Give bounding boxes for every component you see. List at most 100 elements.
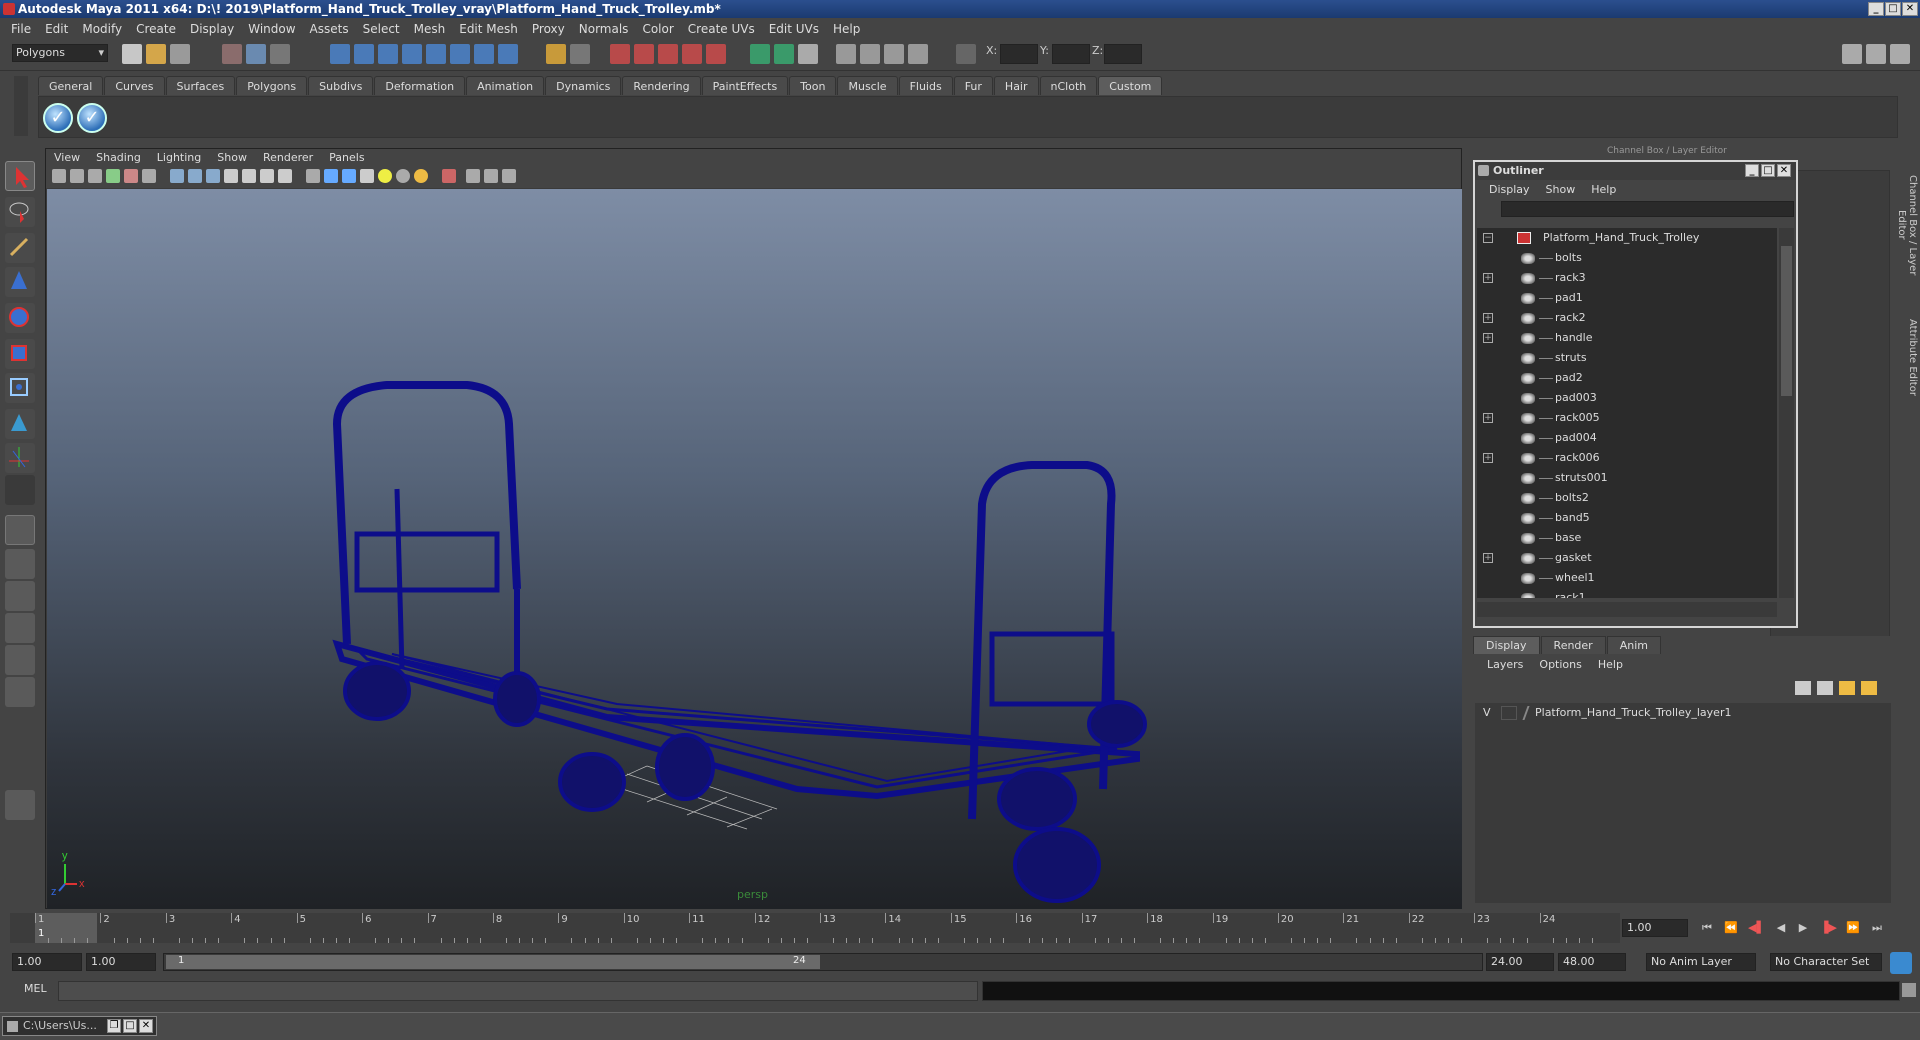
outliner-item[interactable]: + handle [1477, 328, 1777, 348]
outliner-item[interactable]: pad1 [1477, 288, 1777, 308]
z-field[interactable] [1104, 44, 1142, 64]
expand-icon[interactable]: + [1483, 333, 1493, 343]
menu-mesh[interactable]: Mesh [407, 22, 453, 36]
viewport-menu-view[interactable]: View [46, 151, 88, 164]
play-backward-icon[interactable]: ◀ [1774, 921, 1788, 935]
outliner-item[interactable]: + gasket [1477, 548, 1777, 568]
outliner-item[interactable]: pad004 [1477, 428, 1777, 448]
current-time-field[interactable]: 1.00 [1622, 919, 1688, 937]
menu-normals[interactable]: Normals [572, 22, 636, 36]
menu-set-select[interactable]: Polygons [12, 44, 108, 62]
soft-modify-tool-icon[interactable] [5, 409, 35, 439]
shelf-tab-dynamics[interactable]: Dynamics [545, 76, 622, 95]
minimize-button[interactable]: _ [1868, 2, 1884, 16]
menu-assets[interactable]: Assets [303, 22, 356, 36]
magnet-curve-icon[interactable] [658, 44, 678, 64]
maximize-button[interactable]: □ [1885, 2, 1901, 16]
auto-keyframe-icon[interactable] [1890, 952, 1912, 974]
select-object-icon[interactable] [246, 44, 266, 64]
input-line-icon[interactable] [956, 44, 976, 64]
outliner-item[interactable]: + rack2 [1477, 308, 1777, 328]
outliner-filter-field[interactable] [1501, 201, 1794, 217]
shelf-tab-hair[interactable]: Hair [993, 76, 1039, 95]
layer-tab-render[interactable]: Render [1540, 636, 1606, 654]
step-forward-key-icon[interactable]: ⏩ [1846, 921, 1860, 935]
construction-history-icon[interactable] [610, 44, 630, 64]
range-slider[interactable]: 1 24 [163, 953, 1483, 971]
go-to-start-icon[interactable]: ⏮ [1700, 921, 1714, 935]
shelf-tab-fur[interactable]: Fur [953, 76, 993, 95]
isolate-select-icon[interactable] [306, 169, 320, 183]
step-back-key-icon[interactable]: ⏪ [1724, 921, 1738, 935]
layer-color-swatch[interactable] [1522, 706, 1530, 720]
snap-plane-icon[interactable] [402, 44, 422, 64]
menu-file[interactable]: File [4, 22, 38, 36]
checkmark-shelf-icon-2[interactable]: ✓ [77, 103, 107, 133]
shelf-tab-subdivs[interactable]: Subdivs [308, 76, 374, 95]
outliner-item[interactable]: rack1 [1477, 588, 1777, 598]
shelf-tab-rendering[interactable]: Rendering [622, 76, 701, 95]
outliner-menu-show[interactable]: Show [1538, 183, 1584, 196]
expand-icon[interactable]: + [1483, 453, 1493, 463]
checker-icon[interactable] [360, 169, 374, 183]
outliner-vertical-scrollbar[interactable] [1779, 228, 1794, 598]
go-to-end-icon[interactable]: ⏭ [1870, 921, 1884, 935]
outliner-maximize-button[interactable]: □ [1761, 164, 1775, 177]
persp-graph-outliner-layout-icon[interactable] [5, 677, 35, 707]
show-manipulator-icon[interactable] [5, 443, 35, 473]
render-settings-icon[interactable] [798, 44, 818, 64]
start-time-field[interactable]: 1.00 [12, 953, 82, 971]
show-tool-settings-icon[interactable] [1866, 44, 1886, 64]
snap-grid-icon[interactable] [330, 44, 350, 64]
shelf-tab-deformation[interactable]: Deformation [374, 76, 466, 95]
menu-modify[interactable]: Modify [75, 22, 129, 36]
magnet-view-icon[interactable] [706, 44, 726, 64]
layer-menu-layers[interactable]: Layers [1479, 658, 1531, 671]
viewport-menu-shading[interactable]: Shading [88, 151, 149, 164]
snap-curve-icon[interactable] [354, 44, 374, 64]
viewport-menu-show[interactable]: Show [209, 151, 255, 164]
grid-toggle-icon[interactable] [124, 169, 138, 183]
shelf-tab-toon[interactable]: Toon [789, 76, 837, 95]
shelf-tab-polygons[interactable]: Polygons [236, 76, 308, 95]
select-tool-icon[interactable] [5, 161, 35, 191]
film-gate-icon[interactable] [142, 169, 156, 183]
show-attribute-editor-icon[interactable] [1842, 44, 1862, 64]
textured-icon[interactable] [224, 169, 238, 183]
last-tool-icon[interactable] [5, 475, 35, 505]
select-hierarchy-icon[interactable] [222, 44, 242, 64]
lasso-tool-icon[interactable] [5, 197, 35, 227]
camera-select-icon[interactable] [52, 169, 66, 183]
camera-attributes-icon[interactable] [70, 169, 84, 183]
time-slider[interactable]: 1 1 2 3 4 5 6 7 8 9 10 11 12 13 14 15 16 17 18 19 20 21 22 23 2… [10, 913, 1620, 943]
image-plane-icon[interactable] [106, 169, 120, 183]
viewport-menu-panels[interactable]: Panels [321, 151, 372, 164]
new-scene-icon[interactable] [122, 44, 142, 64]
shadows-icon[interactable] [260, 169, 274, 183]
layer-row[interactable]: V Platform_Hand_Truck_Trolley_layer1 [1475, 703, 1891, 723]
viewport-menu-lighting[interactable]: Lighting [149, 151, 209, 164]
manipulator-tool-icon[interactable] [5, 373, 35, 403]
step-forward-frame-icon[interactable]: ▐▶ [1820, 921, 1837, 935]
outliner-item[interactable]: struts001 [1477, 468, 1777, 488]
help-question-icon[interactable] [498, 44, 518, 64]
checkmark-shelf-icon[interactable]: ✓ [43, 103, 73, 133]
more-layouts-icon[interactable] [5, 711, 35, 725]
play-forward-icon[interactable]: ▶ [1796, 921, 1810, 935]
magnet-point-icon[interactable] [682, 44, 702, 64]
shelf-tab-animation[interactable]: Animation [466, 76, 545, 95]
move-tool-icon[interactable] [5, 267, 35, 297]
layer-type-toggle[interactable] [1501, 706, 1517, 720]
bookmarks-icon[interactable] [88, 169, 102, 183]
shelf-tab-curves[interactable]: Curves [104, 76, 165, 95]
render-view-icon[interactable] [860, 44, 880, 64]
render-frame-icon[interactable] [750, 44, 770, 64]
persp-hypershade-layout-icon[interactable] [5, 645, 35, 675]
magnet-icon[interactable] [634, 44, 654, 64]
persp-outliner-layout-icon[interactable] [5, 581, 35, 611]
shelf-tab-muscle[interactable]: Muscle [837, 76, 898, 95]
menu-edit-mesh[interactable]: Edit Mesh [452, 22, 525, 36]
taskbar-maximize-button[interactable]: □ [123, 1019, 137, 1033]
menu-color[interactable]: Color [635, 22, 680, 36]
outliner-titlebar[interactable]: Outliner _ □ ✕ [1475, 162, 1796, 180]
